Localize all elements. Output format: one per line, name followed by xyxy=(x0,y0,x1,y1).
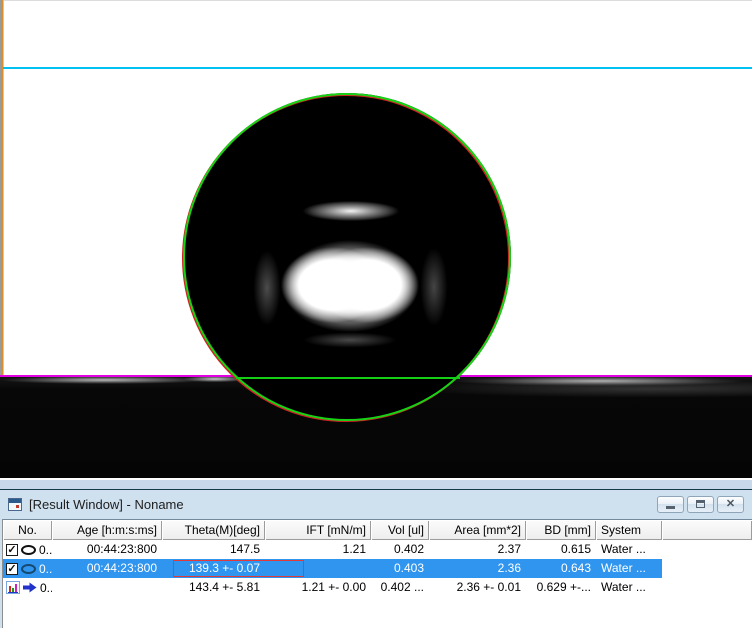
result-table: No. Age [h:m:s:ms] Theta(M)[deg] IFT [mN… xyxy=(2,519,752,628)
restore-button[interactable] xyxy=(687,496,714,513)
row-checkbox[interactable]: ✓ xyxy=(6,563,18,575)
table-row[interactable]: ✓ 0... 00:44:23:800 147.5 1.21 0.402 2.3… xyxy=(3,540,752,559)
reference-line-cyan xyxy=(3,67,752,69)
column-header-age[interactable]: Age [h:m:s:ms] xyxy=(52,520,162,540)
cell-vol: 0.402 xyxy=(371,540,429,559)
column-header-bd[interactable]: BD [mm] xyxy=(526,520,596,540)
cell-bd: 0.643 xyxy=(526,559,596,578)
circle-fit-overlay-green xyxy=(183,93,511,421)
table-row-selected[interactable]: ✓ 0... 00:44:23:800 139.3 +- 0.07 0.403 … xyxy=(3,559,752,578)
minimize-button[interactable] xyxy=(657,496,684,513)
row-number: 0... xyxy=(39,562,52,576)
cell-theta: 139.3 +- 0.07 xyxy=(162,559,265,578)
cell-bd: 0.615 xyxy=(526,540,596,559)
row-checkbox[interactable]: ✓ xyxy=(6,544,18,556)
minimize-icon xyxy=(666,506,675,509)
column-header-filler[interactable] xyxy=(662,520,752,540)
cell-ift: 1.21 xyxy=(265,540,371,559)
close-button[interactable]: ✕ xyxy=(717,496,744,513)
result-window-icon xyxy=(8,498,22,511)
cell-vol: 0.403 xyxy=(371,559,429,578)
cell-age: 00:44:23:800 xyxy=(52,540,162,559)
cell-age: 00:44:23:800 xyxy=(52,559,162,578)
mean-row-arrow-icon xyxy=(23,582,37,593)
statistics-chart-icon xyxy=(6,581,20,594)
column-header-theta[interactable]: Theta(M)[deg] xyxy=(162,520,265,540)
cell-system: Water ... xyxy=(596,559,662,578)
camera-top-border xyxy=(0,0,752,1)
row-number: 0... xyxy=(39,543,52,557)
window-controls: ✕ xyxy=(657,496,746,513)
column-header-vol[interactable]: Vol [ul] xyxy=(371,520,429,540)
column-header-area[interactable]: Area [mm*2] xyxy=(429,520,526,540)
column-header-system[interactable]: System xyxy=(596,520,662,540)
cell-age xyxy=(52,578,162,597)
column-header-ift[interactable]: IFT [mN/m] xyxy=(265,520,371,540)
app-stage: [Result Window] - Noname ✕ No. Age [h:m:… xyxy=(0,0,752,628)
row-number: 0... xyxy=(40,581,52,595)
cell-area: 2.37 xyxy=(429,540,526,559)
window-title: [Result Window] - Noname xyxy=(29,497,184,512)
workspace-background xyxy=(0,478,752,489)
restore-icon xyxy=(696,500,705,508)
cell-area: 2.36 +- 0.01 xyxy=(429,578,526,597)
camera-view xyxy=(0,0,752,478)
cell-system: Water ... xyxy=(596,578,662,597)
cell-system: Water ... xyxy=(596,540,662,559)
needle-vertical-marker xyxy=(0,0,4,377)
cell-ift xyxy=(265,559,371,578)
cell-theta: 143.4 +- 5.81 xyxy=(162,578,265,597)
cell-theta: 147.5 xyxy=(162,540,265,559)
cell-bd: 0.629 +-... xyxy=(526,578,596,597)
cell-area: 2.36 xyxy=(429,559,526,578)
cell-ift: 1.21 +- 0.00 xyxy=(265,578,371,597)
ellipse-method-icon xyxy=(21,545,36,555)
close-icon: ✕ xyxy=(726,499,735,510)
table-row-statistics[interactable]: 0... 143.4 +- 5.81 1.21 +- 0.00 0.402 ..… xyxy=(3,578,752,597)
table-header-row: No. Age [h:m:s:ms] Theta(M)[deg] IFT [mN… xyxy=(3,520,752,540)
result-window: [Result Window] - Noname ✕ No. Age [h:m:… xyxy=(0,489,752,628)
result-window-titlebar[interactable]: [Result Window] - Noname ✕ xyxy=(0,490,752,518)
column-header-no[interactable]: No. xyxy=(3,520,52,540)
cell-vol: 0.402 ... xyxy=(371,578,429,597)
ellipse-method-icon xyxy=(21,564,36,574)
baseline-chord-green xyxy=(236,377,460,379)
